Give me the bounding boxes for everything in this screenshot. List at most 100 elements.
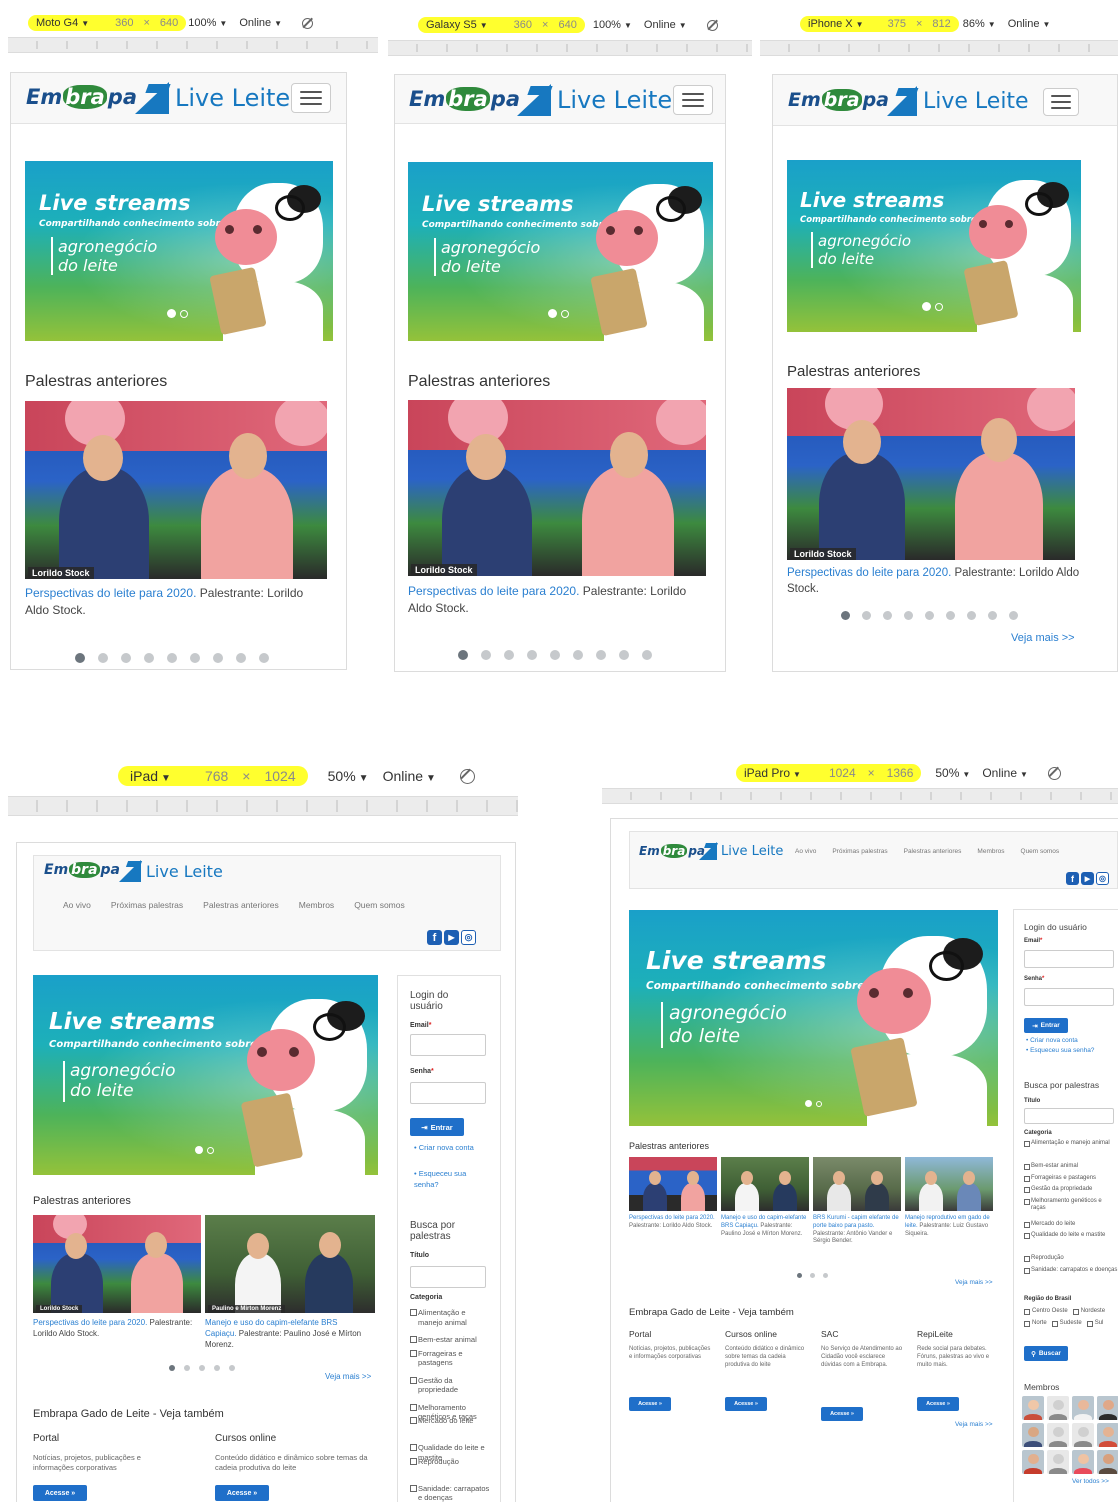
pagination-dot[interactable]	[883, 611, 892, 620]
live-leite-logo[interactable]: Live Leite	[887, 86, 1029, 116]
device-select[interactable]: Moto G4 ▼	[36, 17, 89, 29]
checkbox-box[interactable]	[410, 1376, 417, 1384]
member-avatar[interactable]	[1047, 1450, 1069, 1474]
carousel-indicators[interactable]	[805, 1100, 822, 1107]
pagination-dot[interactable]	[213, 653, 223, 663]
embrapa-logo[interactable]: Em bra pa	[788, 89, 889, 111]
device-select[interactable]: iPhone X ▼	[808, 18, 864, 30]
category-checkbox[interactable]: Bem-estar animal	[1024, 1163, 1118, 1171]
member-avatar[interactable]	[1097, 1450, 1118, 1474]
carousel-pagination[interactable]	[841, 611, 1018, 620]
nav-proximas-palestras[interactable]: Próximas palestras	[832, 848, 887, 855]
pagination-dot[interactable]	[1009, 611, 1018, 620]
category-checkbox[interactable]: Forrageiras e pastagens	[410, 1349, 492, 1369]
instagram-icon[interactable]: ◎	[1096, 872, 1109, 885]
checkbox-box[interactable]	[410, 1309, 417, 1316]
member-avatar[interactable]	[1072, 1423, 1094, 1447]
talk-thumbnail[interactable]: Paulino e Mirton Morenz	[205, 1215, 375, 1313]
pagination-dot[interactable]	[550, 650, 560, 660]
hero-carousel[interactable]: Live streams Compartilhando conhecimento…	[408, 162, 713, 341]
category-checkbox[interactable]: Reprodução	[1024, 1255, 1118, 1263]
nav-ao-vivo[interactable]: Ao vivo	[63, 900, 91, 910]
title-input[interactable]	[1024, 1108, 1114, 1124]
pagination-dot[interactable]	[144, 653, 154, 663]
checkbox-box[interactable]	[1024, 1233, 1030, 1239]
talk-thumbnail[interactable]: Lorildo Stock	[408, 400, 706, 576]
pagination-dot[interactable]	[810, 1273, 815, 1278]
checkbox-box[interactable]	[1072, 1309, 1079, 1315]
live-leite-logo[interactable]: Live Leite	[135, 82, 290, 114]
pagination-dot[interactable]	[121, 653, 131, 663]
pagination-dot[interactable]	[841, 611, 850, 620]
width-field[interactable]: 375	[888, 18, 906, 30]
pagination-dot[interactable]	[573, 650, 583, 660]
create-account-link[interactable]: • Criar nova conta	[414, 1142, 484, 1153]
member-avatar[interactable]	[1097, 1396, 1118, 1420]
password-input[interactable]	[410, 1082, 486, 1104]
rotate-icon[interactable]	[1047, 766, 1061, 780]
see-more-link[interactable]: Veja mais >>	[955, 1279, 993, 1286]
zoom-select[interactable]: 50% ▼	[935, 766, 970, 780]
category-checkbox[interactable]: Reprodução	[410, 1457, 492, 1467]
pagination-dot[interactable]	[259, 653, 269, 663]
member-avatar[interactable]	[1097, 1423, 1118, 1447]
checkbox-box[interactable]	[410, 1403, 417, 1411]
network-select[interactable]: Online ▼	[383, 768, 436, 784]
pagination-dot[interactable]	[167, 653, 177, 663]
device-select[interactable]: iPad Pro ▼	[744, 766, 801, 780]
pagination-dot[interactable]	[184, 1365, 190, 1371]
see-more-link[interactable]: Veja mais >>	[955, 1421, 993, 1428]
checkbox-box[interactable]	[410, 1484, 417, 1492]
pagination-dot[interactable]	[596, 650, 606, 660]
pagination-dot[interactable]	[619, 650, 629, 660]
pagination-dot[interactable]	[797, 1273, 802, 1278]
network-select[interactable]: Online ▼	[644, 19, 687, 31]
checkbox-box[interactable]	[1024, 1267, 1030, 1274]
pagination-dot[interactable]	[967, 611, 976, 620]
rotate-icon[interactable]	[302, 17, 314, 29]
height-field[interactable]: 1024	[264, 768, 295, 784]
network-select[interactable]: Online ▼	[1008, 18, 1051, 30]
login-button[interactable]: ⇥ Entrar	[410, 1118, 464, 1136]
forgot-password-link[interactable]: • Esqueceu sua senha?	[1026, 1047, 1094, 1054]
zoom-select[interactable]: 100% ▼	[593, 19, 632, 31]
hero-carousel[interactable]: Live streams Compartilhando conhecimento…	[629, 910, 998, 1126]
category-checkbox[interactable]: Forrageiras e pastagens	[1024, 1175, 1118, 1183]
pagination-dot[interactable]	[169, 1365, 175, 1371]
cursos-access-button[interactable]: Acesse »	[215, 1485, 269, 1501]
device-select[interactable]: iPad ▼	[130, 768, 171, 784]
email-input[interactable]	[1024, 950, 1114, 968]
see-all-members-link[interactable]: Ver todos >>	[1072, 1478, 1109, 1485]
checkbox-box[interactable]	[410, 1444, 417, 1451]
width-field[interactable]: 768	[205, 768, 228, 784]
height-field[interactable]: 640	[558, 19, 576, 31]
member-avatar[interactable]	[1072, 1450, 1094, 1474]
carousel-pagination[interactable]	[797, 1273, 828, 1278]
pagination-dot[interactable]	[988, 611, 997, 620]
rotate-icon[interactable]	[459, 768, 475, 784]
member-avatar[interactable]	[1047, 1396, 1069, 1420]
pagination-dot[interactable]	[98, 653, 108, 663]
forgot-password-link[interactable]: • Esqueceu sua senha?	[414, 1168, 484, 1191]
talk-link[interactable]: Perspectivas do leite para 2020.	[33, 1318, 147, 1327]
height-field[interactable]: 640	[160, 17, 178, 29]
nav-quem-somos[interactable]: Quem somos	[1021, 848, 1060, 855]
talk-link[interactable]: BRS Kurumi - capim elefante de porte bai…	[813, 1215, 899, 1229]
youtube-icon[interactable]: ▶	[444, 930, 459, 945]
live-leite-logo[interactable]: Live Leite	[119, 860, 223, 882]
pagination-dot[interactable]	[236, 653, 246, 663]
pagination-dot[interactable]	[946, 611, 955, 620]
live-leite-logo[interactable]: Live Leite	[517, 84, 672, 116]
menu-toggle-button[interactable]	[1043, 88, 1079, 116]
pagination-dot[interactable]	[504, 650, 514, 660]
talk-thumbnail[interactable]	[721, 1157, 809, 1211]
access-button[interactable]: Acesse »	[917, 1397, 959, 1411]
checkbox-box[interactable]	[1024, 1175, 1030, 1182]
member-avatar[interactable]	[1047, 1423, 1069, 1447]
checkbox-box[interactable]	[410, 1417, 417, 1424]
access-button[interactable]: Acesse »	[821, 1407, 863, 1421]
pagination-dot[interactable]	[481, 650, 491, 660]
email-input[interactable]	[410, 1034, 486, 1056]
checkbox-box[interactable]	[1024, 1221, 1030, 1228]
instagram-icon[interactable]: ◎	[461, 930, 476, 945]
